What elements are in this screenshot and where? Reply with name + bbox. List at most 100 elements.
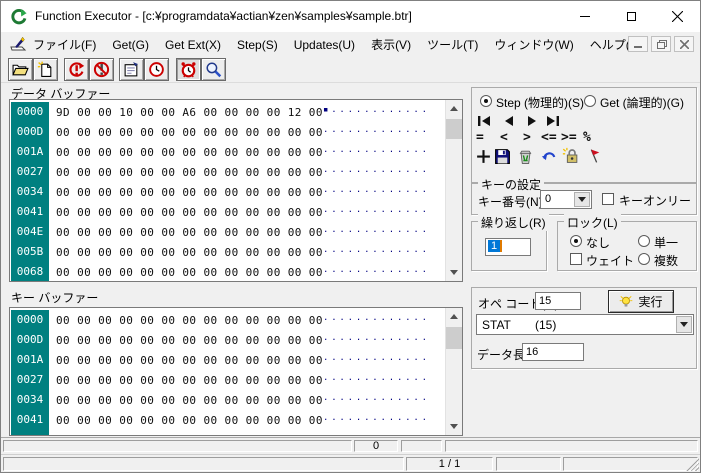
op-less-equal-button[interactable]: <= — [541, 130, 557, 145]
op-percent-button[interactable]: % — [583, 130, 591, 145]
hex-row[interactable]: 000D 00 00 00 00 00 00 00 00 00 00 00 00… — [11, 330, 444, 350]
minimize-button[interactable] — [562, 1, 608, 31]
hex-bytes[interactable]: 00 00 00 00 00 00 00 00 00 00 00 00 00 — [56, 126, 323, 139]
hex-row[interactable]: 0027 00 00 00 00 00 00 00 00 00 00 00 00… — [11, 162, 444, 182]
hex-row[interactable]: 005B 00 00 00 00 00 00 00 00 00 00 00 00… — [11, 242, 444, 262]
hex-row[interactable]: 001A 00 00 00 00 00 00 00 00 00 00 00 00… — [11, 350, 444, 370]
chevron-down-icon[interactable] — [676, 316, 692, 333]
hex-bytes[interactable]: 00 00 00 00 00 00 00 00 00 00 00 00 00 — [56, 414, 323, 427]
get-radio-label[interactable]: Get (論理的)(G) — [600, 94, 684, 111]
lock-multiple-label[interactable]: 複数 — [654, 252, 678, 269]
op-equal-button[interactable]: = — [476, 130, 484, 145]
hex-bytes[interactable]: 00 00 00 00 00 00 00 00 00 00 00 00 00 — [56, 334, 323, 347]
menu-item[interactable]: ウィンドウ(W) — [486, 36, 581, 53]
chevron-down-icon[interactable] — [574, 192, 590, 207]
hex-bytes[interactable]: 00 00 00 00 00 00 00 00 00 00 00 00 00 — [56, 246, 323, 259]
hex-bytes[interactable]: 00 00 00 00 00 00 00 00 00 00 00 00 00 — [56, 166, 323, 179]
hex-row[interactable]: 004E 00 00 00 00 00 00 00 00 00 00 00 00… — [11, 430, 444, 436]
insert-record-button[interactable] — [475, 148, 492, 165]
hex-bytes[interactable]: 9D 00 00 10 00 00 A6 00 00 00 00 12 00 — [56, 106, 323, 119]
hex-row[interactable]: 0034 00 00 00 00 00 00 00 00 00 00 00 00… — [11, 182, 444, 202]
hex-bytes[interactable]: 00 00 00 00 00 00 00 00 00 00 00 00 00 — [56, 266, 323, 279]
undo-button[interactable] — [541, 148, 558, 165]
op-less-button[interactable]: < — [500, 130, 508, 145]
lock-wait-label[interactable]: ウェイト — [586, 252, 634, 269]
menu-item[interactable]: ツール(T) — [419, 36, 486, 53]
hex-row[interactable]: 0027 00 00 00 00 00 00 00 00 00 00 00 00… — [11, 370, 444, 390]
get-radio[interactable] — [584, 95, 596, 107]
save-record-button[interactable] — [494, 148, 511, 165]
hex-bytes[interactable]: 00 00 00 00 00 00 00 00 00 00 00 00 00 — [56, 186, 323, 199]
menu-item[interactable]: Get(G) — [104, 38, 157, 52]
hex-bytes[interactable]: 00 00 00 00 00 00 00 00 00 00 00 00 00 — [56, 206, 323, 219]
lock-single-radio[interactable] — [638, 235, 650, 247]
data-buffer-scrollbar[interactable] — [445, 100, 462, 281]
new-file-button[interactable] — [33, 58, 58, 81]
hex-row[interactable]: 0068 00 00 00 00 00 00 00 00 00 00 00 00… — [11, 262, 444, 282]
menu-item[interactable]: Updates(U) — [286, 38, 363, 52]
hex-row[interactable]: 0000 00 00 00 00 00 00 00 00 00 00 00 00… — [11, 310, 444, 330]
key-number-combo[interactable]: 0 — [540, 190, 592, 209]
transaction-abort-button[interactable] — [89, 58, 114, 81]
menu-item[interactable]: Get Ext(X) — [157, 38, 229, 52]
search-button[interactable] — [201, 58, 226, 81]
key-buffer-scrollbar[interactable] — [445, 308, 462, 435]
key-buffer-hexview[interactable]: 0000 00 00 00 00 00 00 00 00 00 00 00 00… — [9, 307, 463, 436]
delete-record-button[interactable] — [517, 148, 534, 165]
lock-none-radio[interactable] — [570, 235, 582, 247]
hex-row[interactable]: 004E 00 00 00 00 00 00 00 00 00 00 00 00… — [11, 222, 444, 242]
op-greater-button[interactable]: > — [523, 130, 531, 145]
previous-record-button[interactable] — [501, 114, 517, 126]
hex-row[interactable]: 0034 00 00 00 00 00 00 00 00 00 00 00 00… — [11, 390, 444, 410]
clock-button[interactable] — [144, 58, 169, 81]
flag-button[interactable] — [586, 147, 603, 164]
repeat-count-input[interactable]: 1 — [485, 238, 531, 256]
mdi-close-button[interactable] — [674, 36, 694, 52]
hex-row[interactable]: 000D 00 00 00 00 00 00 00 00 00 00 00 00… — [11, 122, 444, 142]
scroll-up-icon[interactable] — [446, 308, 463, 325]
step-radio-label[interactable]: Step (物理的)(S) — [496, 94, 584, 111]
hex-bytes[interactable]: 00 00 00 00 00 00 00 00 00 00 00 00 00 — [56, 434, 323, 437]
function-combo[interactable]: STAT (15) — [476, 314, 694, 335]
lock-none-label[interactable]: なし — [586, 234, 610, 251]
mdi-minimize-button[interactable] — [628, 36, 648, 52]
close-button[interactable] — [654, 1, 700, 31]
op-greater-equal-button[interactable]: >= — [561, 130, 577, 145]
next-record-button[interactable] — [524, 114, 540, 126]
scroll-thumb[interactable] — [446, 327, 463, 349]
open-file-button[interactable] — [8, 58, 33, 81]
menu-item[interactable]: 表示(V) — [363, 36, 419, 53]
maximize-button[interactable] — [608, 1, 654, 31]
scroll-up-icon[interactable] — [446, 100, 463, 117]
hex-bytes[interactable]: 00 00 00 00 00 00 00 00 00 00 00 00 00 — [56, 226, 323, 239]
lock-multiple-radio[interactable] — [638, 253, 650, 265]
transaction-start-button[interactable] — [64, 58, 89, 81]
menu-item[interactable]: ファイル(F) — [25, 36, 104, 53]
hex-row[interactable]: 0041 00 00 00 00 00 00 00 00 00 00 00 00… — [11, 410, 444, 430]
lock-single-label[interactable]: 単一 — [654, 234, 678, 251]
hex-bytes[interactable]: 00 00 00 00 00 00 00 00 00 00 00 00 00 — [56, 374, 323, 387]
scroll-down-icon[interactable] — [446, 418, 463, 435]
first-record-button[interactable] — [476, 114, 492, 126]
data-length-input[interactable]: 16 — [522, 343, 584, 361]
hex-bytes[interactable]: 00 00 00 00 00 00 00 00 00 00 00 00 00 — [56, 146, 323, 159]
hex-bytes[interactable]: 00 00 00 00 00 00 00 00 00 00 00 00 00 — [56, 394, 323, 407]
properties-form-button[interactable] — [119, 58, 144, 81]
data-buffer-hexview[interactable]: 0000 9D 00 00 10 00 00 A6 00 00 00 00 12… — [9, 99, 463, 282]
opcode-input[interactable]: 15 — [535, 292, 581, 310]
menu-item[interactable]: Step(S) — [229, 38, 286, 52]
step-radio[interactable] — [480, 95, 492, 107]
lock-wait-checkbox[interactable] — [570, 253, 582, 265]
hex-bytes[interactable]: 00 00 00 00 00 00 00 00 00 00 00 00 00 — [56, 354, 323, 367]
hex-row[interactable]: 0000 9D 00 00 10 00 00 A6 00 00 00 00 12… — [11, 102, 444, 122]
scroll-down-icon[interactable] — [446, 264, 463, 281]
scroll-thumb[interactable] — [446, 119, 463, 139]
hex-bytes[interactable]: 00 00 00 00 00 00 00 00 00 00 00 00 00 — [56, 314, 323, 327]
mdi-restore-button[interactable] — [651, 36, 671, 52]
key-only-label[interactable]: キーオンリー — [619, 192, 691, 209]
alarm-timer-button[interactable] — [176, 58, 201, 81]
hex-row[interactable]: 001A 00 00 00 00 00 00 00 00 00 00 00 00… — [11, 142, 444, 162]
execute-button[interactable]: 実行 — [608, 290, 674, 313]
last-record-button[interactable] — [545, 114, 561, 126]
hex-row[interactable]: 0041 00 00 00 00 00 00 00 00 00 00 00 00… — [11, 202, 444, 222]
